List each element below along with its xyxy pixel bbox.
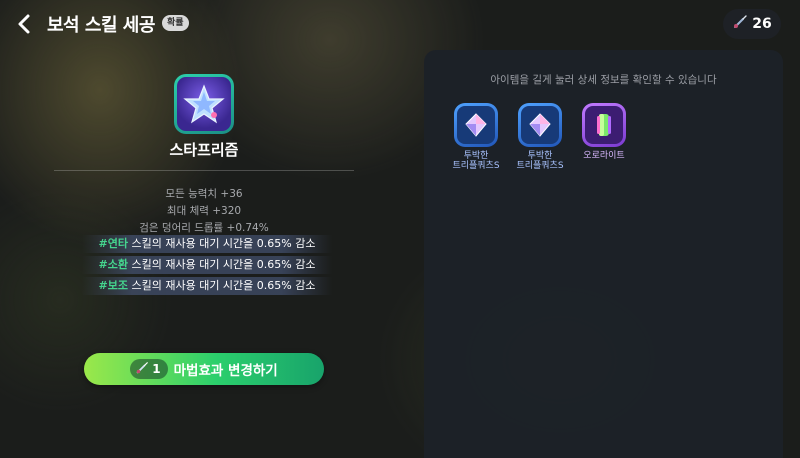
skill-tag: #소환 xyxy=(98,258,128,271)
skill-effect-text: 스킬의 재사용 대기 시간을 0.65% 감소 xyxy=(127,279,316,292)
item-name: 오로라이트 xyxy=(583,151,625,161)
stat-line: 검은 덩어리 드롭률 +0.74% xyxy=(139,222,269,234)
skill-effect-text: 스킬의 재사용 대기 시간을 0.65% 감소 xyxy=(127,258,316,271)
item-frame xyxy=(518,103,562,147)
skill-effect-row: #연타 스킬의 재사용 대기 시간을 0.65% 감소 xyxy=(82,235,332,253)
back-icon[interactable] xyxy=(12,11,38,37)
top-bar: 보석 스킬 세공 확률 26 xyxy=(0,0,800,50)
item-name: 투박한 트리플쿼츠S xyxy=(452,151,500,171)
currency-count: 26 xyxy=(752,16,772,32)
change-button-label: 마법효과 변경하기 xyxy=(173,363,278,379)
awl-tool-icon xyxy=(732,14,748,34)
page-title: 보석 스킬 세공 xyxy=(47,15,155,36)
cost-value: 1 xyxy=(152,362,161,376)
material-item[interactable]: 투박한 트리플쿼츠S xyxy=(444,103,508,171)
triple-quartz-icon xyxy=(521,106,559,144)
probability-badge[interactable]: 확률 xyxy=(162,15,189,31)
star-prism-gem-icon xyxy=(177,77,231,131)
materials-panel: 아이템을 길게 눌러 상세 정보를 확인할 수 있습니다 투박한 트리플쿼츠S xyxy=(424,50,783,458)
skill-effect-row: #소환 스킬의 재사용 대기 시간을 0.65% 감소 xyxy=(82,256,332,274)
awl-tool-icon xyxy=(135,360,149,379)
material-item[interactable]: 오로라이트 xyxy=(572,103,636,161)
stat-line: 모든 능력치 +36 xyxy=(165,188,243,200)
item-frame xyxy=(454,103,498,147)
skill-effect-row: #보조 스킬의 재사용 대기 시간을 0.65% 감소 xyxy=(82,277,332,295)
gem-name: 스타프리즘 xyxy=(169,141,239,159)
gem-icon-frame[interactable] xyxy=(174,74,234,134)
currency-counter[interactable]: 26 xyxy=(723,9,781,39)
change-magic-effect-button[interactable]: 1 마법효과 변경하기 xyxy=(84,353,324,385)
stat-line: 최대 체력 +320 xyxy=(166,205,242,217)
skill-effect-text: 스킬의 재사용 대기 시간을 0.65% 감소 xyxy=(127,237,316,250)
divider xyxy=(54,170,354,171)
panel-hint: 아이템을 길게 눌러 상세 정보를 확인할 수 있습니다 xyxy=(490,74,717,86)
skill-tag: #보조 xyxy=(98,279,128,292)
material-item[interactable]: 투박한 트리플쿼츠S xyxy=(508,103,572,171)
aurorite-crystal-icon xyxy=(585,106,623,144)
triple-quartz-icon xyxy=(457,106,495,144)
item-frame xyxy=(582,103,626,147)
cost-pill: 1 xyxy=(130,359,168,379)
skill-tag: #연타 xyxy=(98,237,128,250)
item-name: 투박한 트리플쿼츠S xyxy=(516,151,564,171)
